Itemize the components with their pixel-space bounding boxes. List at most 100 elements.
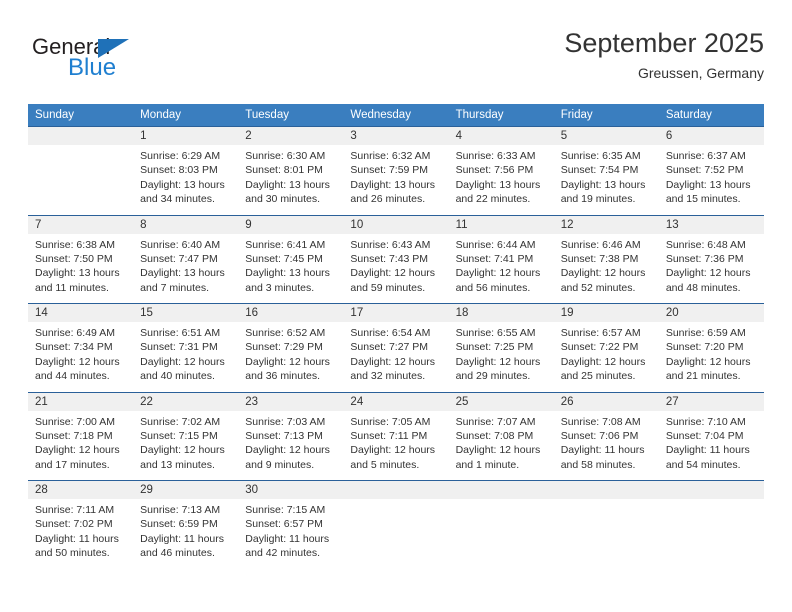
day-cell[interactable]: 21 Sunrise: 7:00 AM Sunset: 7:18 PM Dayl…	[28, 392, 134, 480]
sunset-text: Sunset: 7:08 PM	[455, 429, 534, 442]
day-cell[interactable]: 15 Sunrise: 6:51 AM Sunset: 7:31 PM Dayl…	[133, 304, 239, 392]
sunrise-text: Sunrise: 7:15 AM	[245, 504, 326, 516]
daylight-text-line2: and 21 minutes.	[665, 370, 741, 383]
daylight-text-line1: Daylight: 12 hours	[245, 355, 330, 368]
day-cell[interactable]: 10 Sunrise: 6:43 AM Sunset: 7:43 PM Dayl…	[343, 215, 449, 303]
day-cell[interactable]: 4 Sunrise: 6:33 AM Sunset: 7:56 PM Dayli…	[448, 127, 554, 215]
daylight-text-line1: Daylight: 12 hours	[140, 355, 225, 368]
sunrise-text: Sunrise: 6:35 AM	[560, 150, 641, 162]
day-number: 6	[665, 130, 673, 142]
daylight-text-line1: Daylight: 11 hours	[560, 444, 645, 457]
sunset-text: Sunset: 7:11 PM	[350, 429, 428, 442]
daylight-text-line2: and 30 minutes.	[245, 193, 320, 206]
day-number: 25	[455, 395, 469, 408]
calendar-grid: Sunday Monday Tuesday Wednesday Thursday…	[28, 104, 764, 569]
week-row: 1 Sunrise: 6:29 AM Sunset: 8:03 PM Dayli…	[28, 126, 764, 215]
day-number-band: 25	[448, 392, 554, 411]
weekday-header-saturday: Saturday	[665, 109, 712, 121]
page-header: General Blue September 2025 Greussen, Ge…	[28, 26, 764, 96]
day-cell[interactable]: 2 Sunrise: 6:30 AM Sunset: 8:01 PM Dayli…	[238, 127, 344, 215]
day-cell[interactable]: 22 Sunrise: 7:02 AM Sunset: 7:15 PM Dayl…	[133, 392, 239, 480]
day-cell[interactable]: 29 Sunrise: 7:13 AM Sunset: 6:59 PM Dayl…	[133, 481, 239, 569]
day-cell[interactable]	[658, 481, 764, 569]
day-details: Sunrise: 6:57 AM Sunset: 7:22 PM Dayligh…	[554, 322, 659, 384]
sunset-text: Sunset: 7:59 PM	[350, 164, 429, 177]
sunrise-text: Sunrise: 6:41 AM	[245, 238, 326, 251]
day-cell[interactable]: 3 Sunrise: 6:32 AM Sunset: 7:59 PM Dayli…	[343, 127, 449, 215]
day-number-band	[553, 481, 659, 499]
daylight-text-line2: and 7 minutes.	[140, 281, 210, 294]
day-cell[interactable]	[553, 481, 659, 569]
day-cell[interactable]: 28 Sunrise: 7:11 AM Sunset: 7:02 PM Dayl…	[28, 481, 134, 569]
day-details: Sunrise: 7:11 AM Sunset: 7:02 PM Dayligh…	[28, 499, 133, 561]
daylight-text-line2: and 46 minutes.	[140, 547, 215, 560]
day-cell[interactable]: 25 Sunrise: 7:07 AM Sunset: 7:08 PM Dayl…	[448, 392, 554, 480]
day-cell[interactable]: 23 Sunrise: 7:03 AM Sunset: 7:13 PM Dayl…	[238, 392, 344, 480]
sunset-text: Sunset: 7:22 PM	[560, 341, 639, 354]
page-title: September 2025	[564, 28, 764, 58]
sunrise-text: Sunrise: 6:52 AM	[245, 327, 326, 339]
daylight-text-line2: and 3 minutes.	[245, 281, 315, 294]
sunrise-text: Sunrise: 6:43 AM	[350, 238, 431, 251]
day-cell[interactable]: 26 Sunrise: 7:08 AM Sunset: 7:06 PM Dayl…	[553, 392, 659, 480]
daylight-text-line1: Daylight: 13 hours	[35, 267, 120, 280]
day-cell[interactable]	[448, 481, 554, 569]
daylight-text-line2: and 26 minutes.	[350, 193, 426, 206]
day-cell[interactable]: 12 Sunrise: 6:46 AM Sunset: 7:38 PM Dayl…	[553, 215, 659, 303]
week-row: 28 Sunrise: 7:11 AM Sunset: 7:02 PM Dayl…	[28, 480, 764, 569]
general-blue-logo[interactable]: General Blue	[32, 34, 212, 90]
day-number: 13	[665, 218, 679, 231]
day-cell[interactable]: 14 Sunrise: 6:49 AM Sunset: 7:34 PM Dayl…	[28, 304, 134, 392]
daylight-text-line1: Daylight: 11 hours	[665, 444, 750, 457]
day-cell[interactable]: 16 Sunrise: 6:52 AM Sunset: 7:29 PM Dayl…	[238, 304, 344, 392]
day-number: 19	[560, 307, 574, 319]
sunrise-text: Sunrise: 6:48 AM	[665, 238, 746, 251]
daylight-text-line2: and 42 minutes.	[245, 547, 320, 560]
sunrise-text: Sunrise: 6:49 AM	[35, 327, 115, 339]
daylight-text-line1: Daylight: 12 hours	[455, 267, 541, 280]
sunrise-text: Sunrise: 7:11 AM	[35, 504, 115, 516]
day-number: 11	[455, 218, 468, 231]
day-number-band: 2	[238, 127, 344, 145]
day-number-band: 20	[658, 304, 764, 322]
day-number-band: 24	[343, 392, 449, 411]
day-cell[interactable]: 24 Sunrise: 7:05 AM Sunset: 7:11 PM Dayl…	[343, 392, 449, 480]
day-cell[interactable]: 9 Sunrise: 6:41 AM Sunset: 7:45 PM Dayli…	[238, 215, 344, 303]
daylight-text-line2: and 1 minute.	[455, 458, 520, 471]
day-cell[interactable]: 18 Sunrise: 6:55 AM Sunset: 7:25 PM Dayl…	[448, 304, 554, 392]
sunrise-text: Sunrise: 6:59 AM	[665, 327, 746, 339]
daylight-text-line1: Daylight: 13 hours	[245, 267, 330, 280]
sunrise-text: Sunrise: 6:32 AM	[350, 150, 431, 162]
day-cell[interactable]: 13 Sunrise: 6:48 AM Sunset: 7:36 PM Dayl…	[658, 215, 764, 303]
daylight-text-line2: and 13 minutes.	[140, 458, 215, 471]
day-cell[interactable]: 11 Sunrise: 6:44 AM Sunset: 7:41 PM Dayl…	[448, 215, 554, 303]
sunset-text: Sunset: 7:45 PM	[245, 252, 323, 265]
sunset-text: Sunset: 7:29 PM	[245, 341, 323, 354]
day-cell[interactable]: 27 Sunrise: 7:10 AM Sunset: 7:04 PM Dayl…	[658, 392, 764, 480]
daylight-text-line1: Daylight: 13 hours	[245, 178, 330, 191]
day-number-band: 15	[133, 304, 239, 322]
day-details: Sunrise: 7:02 AM Sunset: 7:15 PM Dayligh…	[133, 411, 238, 473]
day-cell[interactable]: 20 Sunrise: 6:59 AM Sunset: 7:20 PM Dayl…	[658, 304, 764, 392]
day-cell[interactable]: 1 Sunrise: 6:29 AM Sunset: 8:03 PM Dayli…	[133, 127, 239, 215]
day-number: 1	[140, 130, 147, 142]
day-number-band: 30	[238, 481, 344, 499]
daylight-text-line1: Daylight: 12 hours	[350, 355, 436, 368]
daylight-text-line1: Daylight: 11 hours	[35, 532, 119, 545]
day-details: Sunrise: 6:35 AM Sunset: 7:54 PM Dayligh…	[554, 145, 659, 207]
sunrise-text: Sunrise: 6:37 AM	[665, 150, 746, 162]
day-cell[interactable]: 6 Sunrise: 6:37 AM Sunset: 7:52 PM Dayli…	[658, 127, 764, 215]
day-cell[interactable]: 19 Sunrise: 6:57 AM Sunset: 7:22 PM Dayl…	[553, 304, 659, 392]
day-cell[interactable]: 5 Sunrise: 6:35 AM Sunset: 7:54 PM Dayli…	[553, 127, 659, 215]
day-cell[interactable]	[28, 127, 134, 215]
day-details: Sunrise: 6:37 AM Sunset: 7:52 PM Dayligh…	[659, 145, 764, 207]
sunset-text: Sunset: 7:38 PM	[560, 252, 639, 265]
day-number: 2	[245, 130, 252, 142]
sunrise-text: Sunrise: 7:02 AM	[140, 415, 221, 428]
day-cell[interactable]: 8 Sunrise: 6:40 AM Sunset: 7:47 PM Dayli…	[133, 215, 239, 303]
sunset-text: Sunset: 7:18 PM	[35, 429, 113, 442]
day-cell[interactable]: 30 Sunrise: 7:15 AM Sunset: 6:57 PM Dayl…	[238, 481, 344, 569]
day-cell[interactable]: 17 Sunrise: 6:54 AM Sunset: 7:27 PM Dayl…	[343, 304, 449, 392]
day-cell[interactable]: 7 Sunrise: 6:38 AM Sunset: 7:50 PM Dayli…	[28, 215, 134, 303]
day-cell[interactable]	[343, 481, 449, 569]
